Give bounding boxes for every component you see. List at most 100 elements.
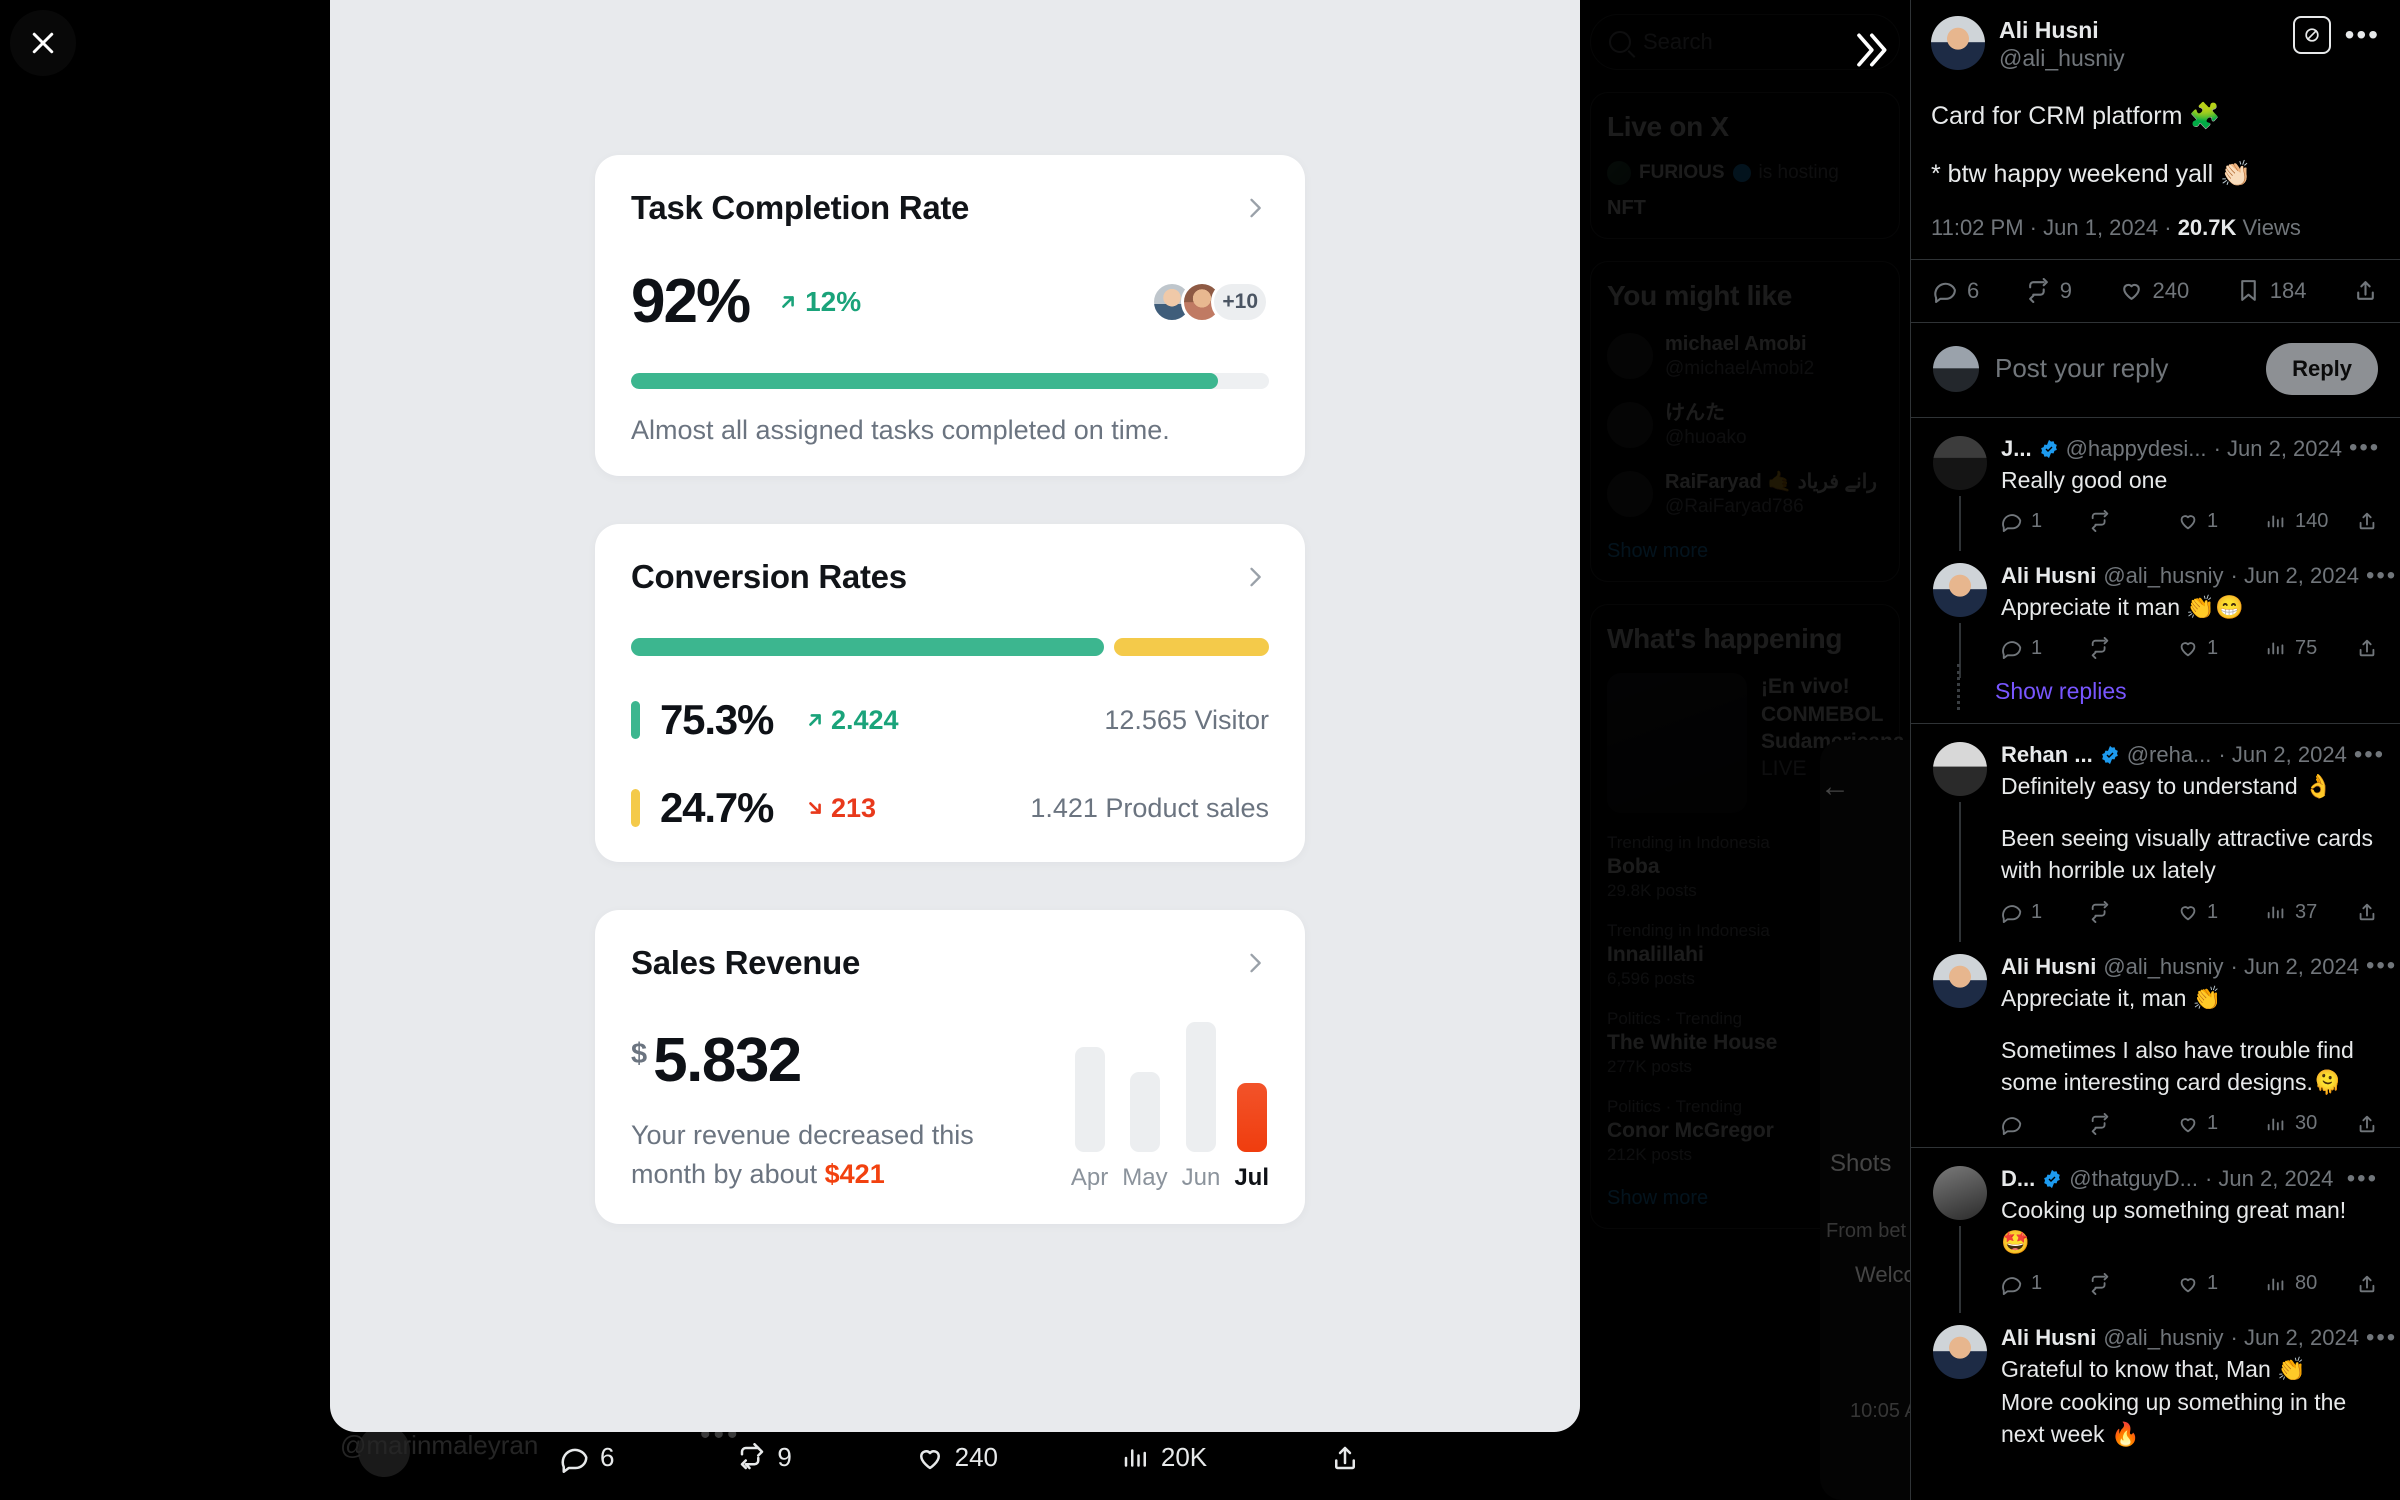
reply-views[interactable]: 75 xyxy=(2265,637,2353,660)
overlay-share-button[interactable] xyxy=(1330,1443,1360,1473)
reply-replies-count: 1 xyxy=(2031,636,2043,659)
reply-more-options[interactable]: ••• xyxy=(2347,1166,2378,1191)
reply-views-count: 30 xyxy=(2295,1112,2318,1135)
reply-input[interactable]: Post your reply xyxy=(1995,353,2168,384)
reply-date: · Jun 2, 2024 xyxy=(2204,1166,2334,1192)
overlay-reply-button[interactable]: 6 xyxy=(560,1442,614,1473)
reply-item[interactable]: Rehan ... @reha... · Jun 2, 2024 ••• Definit… xyxy=(1911,722,2400,942)
chevron-right-icon[interactable] xyxy=(1241,949,1269,977)
reply-item[interactable]: J... @happydesi... · Jun 2, 2024 ••• Really … xyxy=(1911,418,2400,551)
reply-item[interactable]: Ali Husni @ali_husniy · Jun 2, 2024 ••• Appr… xyxy=(1911,936,2400,1148)
reply-replies[interactable]: 1 xyxy=(2001,637,2089,660)
reply-likes[interactable]: 1 xyxy=(2177,901,2265,924)
overlay-views-button[interactable]: 20K xyxy=(1121,1442,1207,1473)
completion-delta-value: 12% xyxy=(805,286,862,317)
reply-share[interactable] xyxy=(2356,1273,2378,1295)
reply-reposts[interactable] xyxy=(2089,637,2177,660)
reply-reposts[interactable] xyxy=(2089,1112,2177,1135)
bar-label: Apr xyxy=(1070,1164,1109,1191)
conversion-right-label: 1.421 Product sales xyxy=(1030,792,1269,823)
reply-replies-count: 1 xyxy=(2031,900,2043,923)
reply-share[interactable] xyxy=(2356,637,2378,659)
reply-avatar[interactable] xyxy=(1933,1166,1987,1221)
verified-badge-icon xyxy=(2044,1169,2061,1189)
arrow-up-right-icon xyxy=(809,714,821,726)
reply-author-handle: @thatguyD... xyxy=(2069,1166,2198,1192)
reply-composer[interactable]: Post your reply Reply xyxy=(1911,323,2400,418)
thread-connector xyxy=(1959,495,1961,551)
views-icon xyxy=(2267,515,2284,528)
assignee-avatars[interactable]: +10 xyxy=(1151,281,1269,323)
close-button[interactable] xyxy=(10,10,76,76)
reply-reposts[interactable] xyxy=(2089,510,2177,533)
post-replies[interactable]: 6 xyxy=(1933,278,1979,304)
reply-submit-button[interactable]: Reply xyxy=(2266,342,2378,395)
views-icon xyxy=(2267,1278,2284,1291)
reply-likes[interactable]: 1 xyxy=(2177,1112,2265,1135)
reply-avatar[interactable] xyxy=(1933,741,1987,796)
card-sales-revenue[interactable]: Sales Revenue $ 5.832 Your revenue decre… xyxy=(595,910,1305,1224)
reply-author-handle: @ali_husniy xyxy=(2103,953,2224,979)
post-views-label: Views xyxy=(2242,214,2301,240)
reply-share[interactable] xyxy=(2356,1113,2378,1135)
reply-likes[interactable]: 1 xyxy=(2177,1272,2265,1295)
reply-views[interactable]: 140 xyxy=(2265,510,2353,533)
post-time: 11:02 PM xyxy=(1931,214,2024,240)
reply-share[interactable] xyxy=(2356,901,2378,923)
reply-likes[interactable]: 1 xyxy=(2177,510,2265,533)
reply-avatar[interactable] xyxy=(1933,1325,1987,1380)
reply-views[interactable]: 80 xyxy=(2265,1272,2353,1295)
suggested-user[interactable]: RaiFaryad 🤙 رانے فریاد @RaiFaryad786 xyxy=(1607,470,1883,519)
show-replies-link[interactable]: Show replies xyxy=(1911,663,2400,723)
reply-likes[interactable]: 1 xyxy=(2177,637,2265,660)
post-likes[interactable]: 240 xyxy=(2119,278,2189,304)
reply-reposts[interactable] xyxy=(2089,901,2177,924)
reply-replies[interactable]: 1 xyxy=(2001,510,2089,533)
reply-author-handle: @happydesi... xyxy=(2065,435,2207,461)
thread-connector xyxy=(1959,1226,1961,1314)
grok-button[interactable] xyxy=(2292,16,2331,54)
overlay-like-button[interactable]: 240 xyxy=(915,1442,998,1473)
suggested-user[interactable]: けんた @huoako xyxy=(1607,401,1883,450)
reply-more-options[interactable]: ••• xyxy=(2354,742,2385,767)
live-on-x-card[interactable]: Live on X FURIOUS is hosting NFT xyxy=(1590,92,1900,239)
reply-more-options[interactable]: ••• xyxy=(2366,563,2397,588)
post-share[interactable] xyxy=(2353,278,2378,303)
reply-replies[interactable]: 1 xyxy=(2001,1272,2089,1295)
reply-more-options[interactable]: ••• xyxy=(2366,1325,2397,1350)
reply-replies[interactable]: 1 xyxy=(2001,901,2089,924)
conversion-segment-sales xyxy=(1113,638,1269,656)
reply-stats: 1 1 140 xyxy=(2001,510,2378,533)
author-avatar[interactable] xyxy=(1931,16,1985,70)
reply-avatar[interactable] xyxy=(1933,562,1987,617)
post-reposts[interactable]: 9 xyxy=(2026,278,2072,304)
reply-views[interactable]: 37 xyxy=(2265,901,2353,924)
reply-item[interactable]: D... @thatguyD... · Jun 2, 2024 ••• Cooking … xyxy=(1911,1147,2400,1314)
reply-share[interactable] xyxy=(2356,510,2378,532)
reply-avatar[interactable] xyxy=(1933,435,1987,490)
reply-author-handle: @ali_husniy xyxy=(2103,1325,2224,1351)
reply-item[interactable]: Ali Husni @ali_husniy · Jun 2, 2024 ••• Grat… xyxy=(1911,1307,2400,1462)
overlay-repost-button[interactable]: 9 xyxy=(737,1442,792,1473)
reply-more-options[interactable]: ••• xyxy=(2349,436,2380,461)
more-options-button[interactable]: ••• xyxy=(2345,21,2380,49)
chevron-right-icon[interactable] xyxy=(1241,563,1269,591)
chevrons-right-icon[interactable] xyxy=(1848,28,1892,72)
reply-avatar[interactable] xyxy=(1933,953,1987,1008)
heart-icon xyxy=(2180,1278,2196,1293)
card-task-completion-rate[interactable]: Task Completion Rate 92% 12% +10 Almost … xyxy=(595,155,1305,476)
conversion-row: 24.7% 213 1.421 Product sales xyxy=(631,784,1269,832)
verified-badge-icon xyxy=(2040,439,2057,458)
reply-replies[interactable] xyxy=(2001,1113,2089,1135)
reply-stats: 1 1 37 xyxy=(2001,901,2378,924)
card-conversion-rates[interactable]: Conversion Rates 75.3% 2.424 12.565 Visi… xyxy=(595,524,1305,862)
reply-views[interactable]: 30 xyxy=(2265,1112,2353,1135)
show-more-link[interactable]: Show more xyxy=(1607,540,1883,563)
reply-reposts[interactable] xyxy=(2089,1272,2177,1295)
suggested-user[interactable]: michael Amobi @michaelAmobi2 xyxy=(1607,332,1883,381)
chevron-right-icon[interactable] xyxy=(1241,194,1269,222)
reply-item[interactable]: Ali Husni @ali_husniy · Jun 2, 2024 ••• Appr… xyxy=(1911,545,2400,678)
reply-more-options[interactable]: ••• xyxy=(2366,953,2397,978)
overlay-reply-count: 6 xyxy=(600,1442,615,1472)
post-bookmarks[interactable]: 184 xyxy=(2236,278,2306,304)
